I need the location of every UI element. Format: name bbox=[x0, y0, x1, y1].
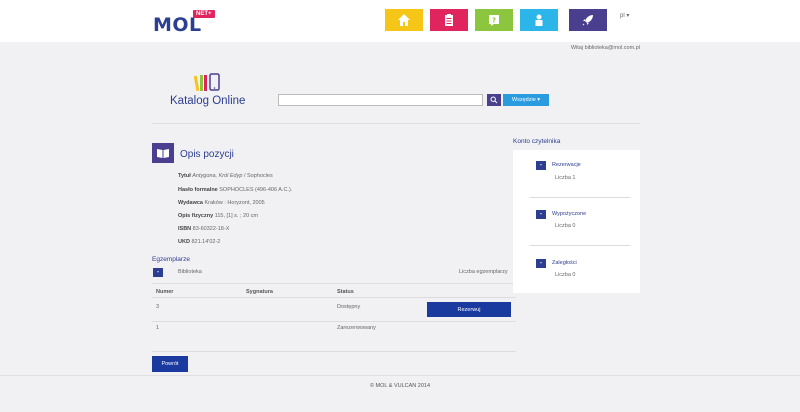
row-number: 3 bbox=[156, 304, 160, 310]
physical-value: 115, [1] s. ; 20 cm bbox=[214, 213, 258, 219]
copies-count-label: Liczba egzemplarzy bbox=[459, 269, 508, 275]
isbn-value: 83-60322-18-X bbox=[192, 226, 230, 232]
account-panel bbox=[513, 150, 640, 293]
field-label: Hasło formalne bbox=[178, 187, 218, 193]
collapse-overdue-button[interactable]: - bbox=[536, 259, 546, 268]
collapse-loans-button[interactable]: - bbox=[536, 210, 546, 219]
search-input[interactable] bbox=[278, 94, 483, 106]
back-button[interactable]: Powrót bbox=[152, 356, 188, 372]
ukd-value: 821.14'02-2 bbox=[191, 239, 221, 245]
nav-home-button[interactable] bbox=[385, 9, 423, 31]
nav-start-button[interactable] bbox=[569, 9, 607, 31]
table-divider bbox=[152, 297, 516, 298]
column-header-number: Numer bbox=[156, 289, 174, 295]
field-heading: Hasło formalne SOPHOCLES (496-406 A.C.). bbox=[178, 187, 292, 193]
language-selector[interactable]: pl ▾ bbox=[620, 12, 629, 19]
reservations-link[interactable]: Rezerwacje bbox=[552, 162, 581, 168]
field-label: UKD bbox=[178, 239, 190, 245]
nav-documents-button[interactable] bbox=[430, 9, 468, 31]
search-scope-dropdown[interactable]: Wszędzie ▾ bbox=[503, 94, 549, 106]
row-number: 1 bbox=[156, 325, 160, 331]
logo-badge: NET+ bbox=[193, 10, 215, 18]
account-title: Konto czytelnika bbox=[513, 138, 561, 145]
svg-text:?: ? bbox=[492, 17, 496, 25]
footer-copyright: © MOL & VULCAN 2014 bbox=[369, 383, 431, 389]
account-divider bbox=[530, 245, 630, 246]
home-icon bbox=[398, 14, 410, 26]
nav-help-button[interactable]: ? bbox=[475, 9, 513, 31]
section-title: Opis pozycji bbox=[180, 149, 234, 160]
title-value: Antygona, Król Edyp bbox=[192, 173, 243, 179]
search-icon bbox=[490, 96, 498, 104]
column-header-status: Status bbox=[337, 289, 354, 295]
copies-title: Egzemplarze bbox=[152, 256, 190, 263]
heading-value: SOPHOCLES (496-406 A.C.). bbox=[219, 187, 293, 193]
table-divider bbox=[152, 321, 516, 322]
divider bbox=[152, 123, 640, 124]
field-title: Tytuł Antygona, Król Edyp / Sophocles bbox=[178, 173, 273, 179]
field-label: Tytuł bbox=[178, 173, 191, 179]
collapse-library-button[interactable]: - bbox=[153, 268, 163, 277]
field-isbn: ISBN 83-60322-18-X bbox=[178, 226, 229, 232]
overdue-link[interactable]: Zaległości bbox=[552, 260, 577, 266]
footer-divider bbox=[0, 375, 800, 376]
search-button[interactable] bbox=[487, 94, 501, 106]
field-label: Opis fizyczny bbox=[178, 213, 214, 219]
nav-account-button[interactable] bbox=[520, 9, 558, 31]
collapse-reservations-button[interactable]: - bbox=[536, 161, 546, 170]
overdue-count: Liczba 0 bbox=[555, 272, 576, 278]
loans-count: Liczba 0 bbox=[555, 223, 576, 229]
book-icon bbox=[152, 143, 174, 163]
row-status: Zarezerwowany bbox=[337, 325, 376, 331]
field-publisher: Wydawca Kraków : Horyzont, 2005 bbox=[178, 200, 265, 206]
publisher-value: Kraków : Horyzont, 2005 bbox=[204, 200, 265, 206]
table-divider bbox=[152, 351, 516, 352]
question-icon: ? bbox=[489, 15, 499, 26]
user-icon bbox=[535, 14, 543, 26]
catalog-logo-icon bbox=[193, 73, 220, 91]
catalog-title: Katalog Online bbox=[170, 95, 246, 107]
field-ukd: UKD 821.14'02-2 bbox=[178, 239, 220, 245]
account-divider bbox=[530, 197, 630, 198]
field-label: ISBN bbox=[178, 226, 192, 232]
title-author: / Sophocles bbox=[242, 173, 273, 179]
rocket-icon bbox=[582, 15, 593, 26]
row-status: Dostępny bbox=[337, 304, 361, 310]
table-divider bbox=[152, 283, 516, 284]
loans-link[interactable]: Wypożyczone bbox=[552, 211, 586, 217]
field-physical: Opis fizyczny 115, [1] s. ; 20 cm bbox=[178, 213, 258, 219]
library-label: Biblioteka bbox=[178, 269, 202, 275]
welcome-text: Witaj biblioteka@mol.com.pl bbox=[570, 45, 640, 51]
reservations-count: Liczba 1 bbox=[555, 175, 576, 181]
clipboard-icon bbox=[445, 14, 453, 26]
column-header-signature: Sygnatura bbox=[246, 289, 273, 295]
field-label: Wydawca bbox=[178, 200, 203, 206]
reserve-button[interactable]: Rezerwuj bbox=[427, 302, 511, 317]
